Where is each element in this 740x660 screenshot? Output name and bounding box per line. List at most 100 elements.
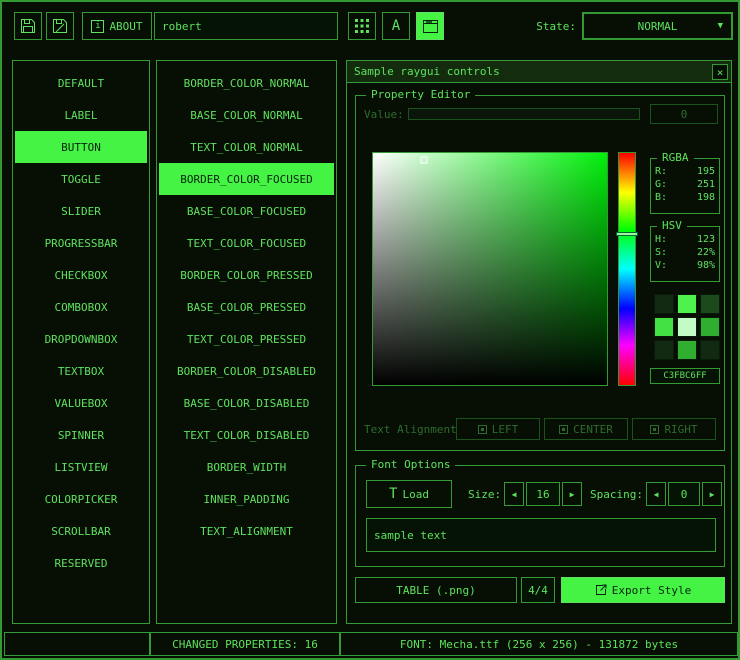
controls-list: DEFAULTLABELBUTTONTOGGLESLIDERPROGRESSBA… (12, 60, 150, 624)
text-t-icon: T (389, 486, 397, 502)
properties-list-item[interactable]: TEXT_COLOR_DISABLED (157, 419, 336, 451)
properties-list-item[interactable]: BORDER_COLOR_PRESSED (157, 259, 336, 291)
sample-text-input[interactable]: sample text (366, 518, 716, 552)
palette-cell[interactable] (654, 294, 674, 314)
controls-list-item[interactable]: VALUEBOX (13, 387, 149, 419)
rgba-title: RGBA (657, 151, 694, 165)
hue-slider-handle[interactable] (616, 232, 638, 236)
text-alignment-label: Text Alignment (364, 418, 457, 440)
palette-cell[interactable] (654, 317, 674, 337)
controls-list-item[interactable]: LABEL (13, 99, 149, 131)
properties-list-item[interactable]: BORDER_WIDTH (157, 451, 336, 483)
controls-list-item[interactable]: TEXTBOX (13, 355, 149, 387)
pages-value-box[interactable]: 4/4 (521, 577, 555, 603)
spacing-value-box[interactable]: 0 (668, 482, 700, 506)
floppy-icon (20, 18, 36, 34)
g-label: G: (655, 179, 667, 190)
grid-mode-button[interactable] (348, 12, 376, 40)
sample-text-value: sample text (374, 529, 447, 542)
hex-color-value: C3FBC6FF (663, 371, 706, 381)
h-label: H: (655, 234, 667, 245)
properties-list-item[interactable]: TEXT_COLOR_FOCUSED (157, 227, 336, 259)
spacing-decrement-button[interactable]: ◀ (646, 482, 666, 506)
b-value: 198 (697, 192, 715, 203)
controls-panel-button[interactable] (416, 12, 444, 40)
palette-cell[interactable] (677, 340, 697, 360)
palette-cell[interactable] (677, 317, 697, 337)
align-left-icon (478, 425, 487, 434)
properties-list-item[interactable]: TEXT_COLOR_NORMAL (157, 131, 336, 163)
controls-list-item[interactable]: LISTVIEW (13, 451, 149, 483)
controls-list-item[interactable]: COLORPICKER (13, 483, 149, 515)
spacing-increment-button[interactable]: ▶ (702, 482, 722, 506)
hsv-group: HSV H: 123 S: 22% V: 98% (650, 226, 720, 282)
letter-a-icon: A (392, 18, 400, 34)
changed-properties-text: CHANGED PROPERTIES: 16 (172, 638, 318, 651)
save-style-as-button[interactable] (46, 12, 74, 40)
state-dropdown-value: NORMAL (638, 20, 678, 33)
properties-list-item[interactable]: BASE_COLOR_NORMAL (157, 99, 336, 131)
controls-list-item[interactable]: TOGGLE (13, 163, 149, 195)
state-dropdown[interactable]: NORMAL ▼ (582, 12, 733, 40)
align-left-label: LEFT (492, 423, 519, 436)
style-name-input[interactable]: robert (154, 12, 338, 40)
value-slider[interactable] (408, 108, 640, 120)
color-picker-marker[interactable] (421, 156, 428, 163)
controls-list-item[interactable]: RESERVED (13, 547, 149, 579)
sample-window-titlebar[interactable]: Sample raygui controls (347, 61, 731, 83)
controls-list-item[interactable]: COMBOBOX (13, 291, 149, 323)
controls-list-item[interactable]: SLIDER (13, 195, 149, 227)
controls-list-item[interactable]: DEFAULT (13, 67, 149, 99)
export-style-button[interactable]: Export Style (561, 577, 725, 603)
about-button[interactable]: i ABOUT (82, 12, 152, 40)
properties-list-item[interactable]: TEXT_ALIGNMENT (157, 515, 336, 547)
hex-color-input[interactable]: C3FBC6FF (650, 368, 720, 384)
palette-cell[interactable] (677, 294, 697, 314)
size-increment-button[interactable]: ▶ (562, 482, 582, 506)
g-value: 251 (697, 179, 715, 190)
value-label: Value: (364, 104, 404, 124)
palette-cell[interactable] (700, 340, 720, 360)
align-right-button[interactable]: RIGHT (632, 418, 716, 440)
controls-list-item[interactable]: PROGRESSBAR (13, 227, 149, 259)
size-value-box[interactable]: 16 (526, 482, 560, 506)
properties-list-item[interactable]: INNER_PADDING (157, 483, 336, 515)
right-arrow-icon: ▶ (710, 490, 715, 499)
palette-cell[interactable] (700, 317, 720, 337)
properties-list-item[interactable]: BORDER_COLOR_DISABLED (157, 355, 336, 387)
value-button-label: 0 (681, 108, 688, 121)
palette-cell[interactable] (654, 340, 674, 360)
palette-cell[interactable] (700, 294, 720, 314)
properties-list-item[interactable]: BORDER_COLOR_FOCUSED (159, 163, 334, 195)
font-options-group: Font Options T Load Size: ◀ 16 ▶ Spacing… (355, 465, 725, 567)
font-load-button[interactable]: T Load (366, 480, 452, 508)
hsv-h-row: H: 123 (651, 233, 719, 246)
align-center-label: CENTER (573, 423, 613, 436)
properties-list-item[interactable]: BASE_COLOR_DISABLED (157, 387, 336, 419)
save-style-button[interactable] (14, 12, 42, 40)
panel-icon (423, 20, 438, 33)
color-picker-panel[interactable] (372, 152, 608, 386)
properties-list-item[interactable]: BASE_COLOR_FOCUSED (157, 195, 336, 227)
font-mode-button[interactable]: A (382, 12, 410, 40)
value-button[interactable]: 0 (650, 104, 718, 124)
controls-list-item[interactable]: SPINNER (13, 419, 149, 451)
controls-list-item[interactable]: SCROLLBAR (13, 515, 149, 547)
v-value: 98% (697, 260, 715, 271)
align-center-button[interactable]: CENTER (544, 418, 628, 440)
export-format-button[interactable]: TABLE (.png) (355, 577, 517, 603)
properties-list-item[interactable]: BORDER_COLOR_NORMAL (157, 67, 336, 99)
align-left-button[interactable]: LEFT (456, 418, 540, 440)
style-name-value: robert (162, 20, 202, 33)
hue-slider[interactable] (618, 152, 636, 386)
r-value: 195 (697, 166, 715, 177)
size-decrement-button[interactable]: ◀ (504, 482, 524, 506)
controls-list-item[interactable]: BUTTON (15, 131, 147, 163)
properties-list-item[interactable]: BASE_COLOR_PRESSED (157, 291, 336, 323)
controls-list-item[interactable]: CHECKBOX (13, 259, 149, 291)
v-label: V: (655, 260, 667, 271)
properties-list-item[interactable]: TEXT_COLOR_PRESSED (157, 323, 336, 355)
about-button-label: ABOUT (109, 20, 142, 33)
controls-list-item[interactable]: DROPDOWNBOX (13, 323, 149, 355)
close-button[interactable]: × (712, 64, 728, 80)
